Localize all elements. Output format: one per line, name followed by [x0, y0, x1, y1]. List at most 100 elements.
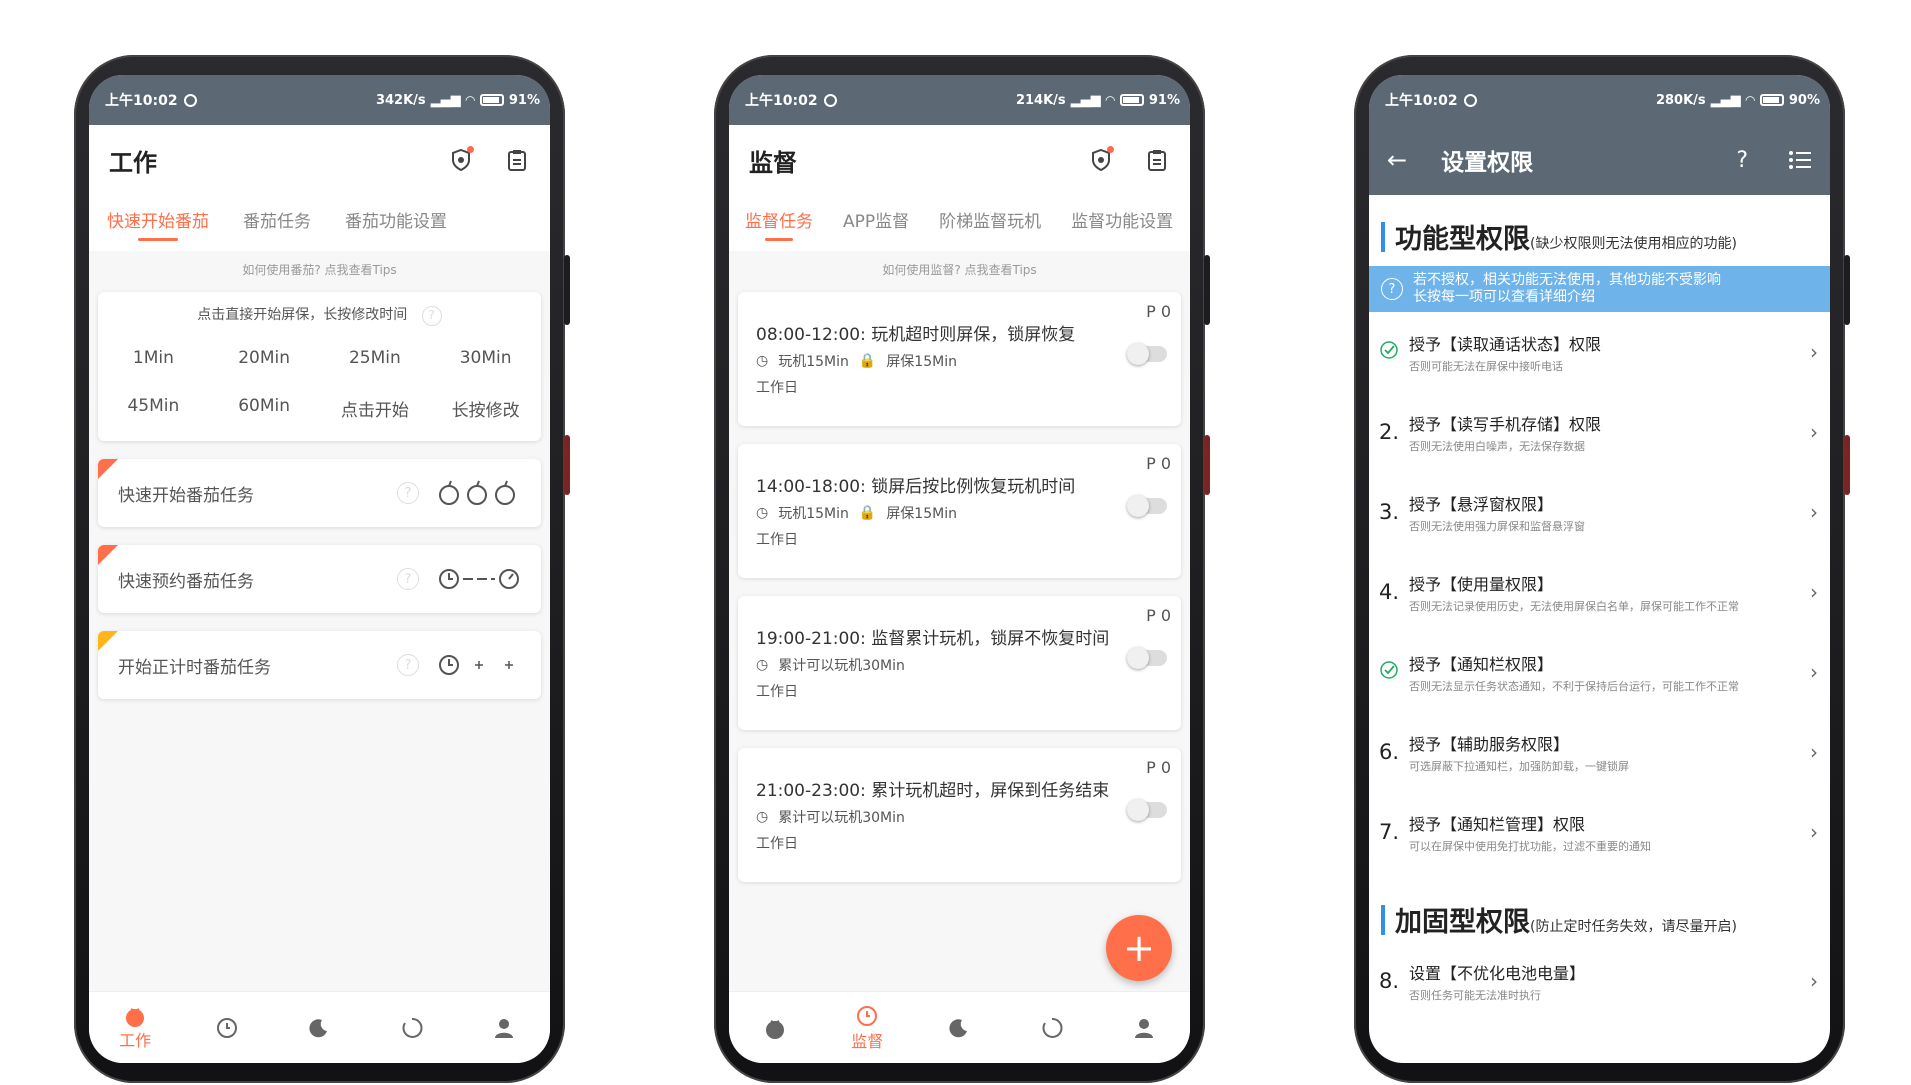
perm-usage[interactable]: 4. 授予【使用量权限】 否则无法记录使用历史，无法使用屏保白名单，屏保可能工作不… — [1369, 552, 1830, 632]
perm-desc: 否则可能无法在屏保中接听电话 — [1409, 359, 1563, 373]
nav-cycle[interactable] — [1022, 1016, 1082, 1040]
tab-bar: 快速开始番茄 番茄任务 番茄功能设置 — [89, 195, 550, 251]
enable-toggle[interactable] — [1127, 799, 1167, 821]
screen-supervise: 上午10:02 214K/s ▂▄▆ ◠ 91% 监督 监督任务 APP监督 阶梯监督… — [729, 75, 1190, 1063]
tab-bar: 监督任务 APP监督 阶梯监督玩机 监督功能设置 — [729, 195, 1190, 251]
moon-icon — [309, 1018, 328, 1037]
nav-work[interactable]: 工作 — [105, 1005, 165, 1051]
nav-supervise-label: 监督 — [851, 1031, 884, 1051]
duration-1min[interactable]: 1Min — [98, 348, 209, 368]
signal-icon: ▂▄▆ — [1070, 92, 1101, 108]
duration-30min[interactable]: 30Min — [430, 348, 541, 368]
section-accent-bar — [1381, 221, 1385, 252]
nav-profile[interactable] — [1114, 1016, 1174, 1040]
perm-notification[interactable]: 授予【通知栏权限】 否则无法显示任务状态通知，不利于保持后台运行，可能工作不正常 … — [1369, 632, 1830, 712]
help-button[interactable]: ? — [1736, 148, 1748, 173]
status-time: 上午10:02 — [1385, 93, 1458, 109]
clipboard-icon[interactable] — [504, 147, 530, 173]
enable-toggle[interactable] — [1127, 343, 1167, 365]
enable-toggle[interactable] — [1127, 495, 1167, 517]
tomatoes-icon — [437, 480, 521, 506]
chevron-right-icon: › — [1810, 340, 1818, 364]
perm-name: 授予【通知栏管理】权限 — [1409, 814, 1586, 834]
perm-notification-policy[interactable]: 7. 授予【通知栏管理】权限 可以在屏保中使用免打扰功能，过滤不重要的通知 › — [1369, 792, 1830, 872]
section-functional: 功能型权限 (缺少权限则无法使用相应的功能) — [1369, 195, 1830, 266]
bottom-nav: 工作 — [89, 991, 550, 1063]
clock-icon — [857, 1005, 878, 1026]
perm-overlay[interactable]: 3. 授予【悬浮窗权限】 否则无法使用强力屏保和监督悬浮窗 › — [1369, 472, 1830, 552]
notification-ring-icon — [183, 93, 197, 107]
network-speed: 280K/s — [1655, 92, 1706, 108]
supervise-card[interactable]: P 0 08:00-12:00: 玩机超时则屏保，锁屏恢复 ◷ 玩机15Min 🔒 屏… — [738, 292, 1181, 426]
help-icon[interactable]: ? — [421, 306, 442, 326]
app-bar: 工作 — [89, 125, 550, 195]
task-count-up[interactable]: 开始正计时番茄任务 ? — [98, 631, 541, 699]
bottom-nav: 监督 — [729, 991, 1190, 1063]
chevron-right-icon: › — [1810, 740, 1818, 764]
enable-toggle[interactable] — [1127, 647, 1167, 669]
tomato-icon — [126, 1007, 145, 1027]
help-icon[interactable]: ? — [397, 568, 419, 590]
tap-to-start[interactable]: 点击开始 — [320, 396, 431, 421]
supervise-card[interactable]: P 0 19:00-21:00: 监督累计玩机，锁屏不恢复时间 ◷ 累计可以玩机3… — [738, 596, 1181, 730]
day-type: 工作日 — [756, 380, 798, 396]
clock-range-icon — [437, 566, 521, 592]
shield-icon[interactable] — [1088, 146, 1114, 173]
perm-battery-optimization[interactable]: 8. 设置【不优化电池电量】 否则任务可能无法准时执行 › — [1369, 949, 1830, 1013]
nav-cycle[interactable] — [382, 1016, 442, 1040]
battery-icon — [479, 94, 504, 106]
perm-call-state[interactable]: 授予【读取通话状态】权限 否则可能无法在屏保中接听电话 › — [1369, 312, 1830, 392]
priority-label: P 0 — [1146, 758, 1171, 777]
shield-icon[interactable] — [448, 146, 474, 173]
tab-tomato-tasks[interactable]: 番茄任务 — [243, 195, 311, 251]
add-task-button[interactable]: + — [1106, 915, 1172, 981]
tab-ladder-supervise[interactable]: 阶梯监督玩机 — [939, 195, 1041, 251]
tab-supervise-tasks[interactable]: 监督任务 — [745, 195, 813, 251]
tab-quick-start[interactable]: 快速开始番茄 — [107, 195, 209, 251]
tab-supervise-settings[interactable]: 监督功能设置 — [1071, 195, 1173, 251]
perm-name: 授予【悬浮窗权限】 — [1409, 494, 1554, 514]
perm-number: 8. — [1379, 969, 1400, 993]
nav-profile[interactable] — [474, 1016, 534, 1040]
help-icon[interactable]: ? — [397, 654, 419, 676]
duration-45min[interactable]: 45Min — [98, 396, 209, 421]
tab-app-supervise[interactable]: APP监督 — [843, 195, 909, 251]
nav-clock[interactable] — [197, 1016, 257, 1040]
list-menu-icon[interactable] — [1788, 148, 1812, 172]
supervise-card[interactable]: P 0 21:00-23:00: 累计玩机超时，屏保到任务结束 ◷ 累计可以玩机3… — [738, 748, 1181, 882]
network-speed: 342K/s — [375, 92, 426, 108]
phone-permissions: 上午10:02 280K/s ▂▄▆ ◠ 90% ← 设置权限 ? 功能型权限 (缺少… — [1354, 55, 1850, 1083]
duration-60min[interactable]: 60Min — [209, 396, 320, 421]
nav-work[interactable] — [745, 1017, 805, 1039]
corner-tag — [98, 459, 118, 479]
help-icon[interactable]: ? — [397, 482, 419, 504]
wifi-icon: ◠ — [465, 93, 475, 107]
nav-sleep[interactable] — [929, 1016, 989, 1040]
task-label: 开始正计时番茄任务 — [118, 657, 271, 678]
task-scheduled[interactable]: 快速预约番茄任务 ? — [98, 545, 541, 613]
duration-25min[interactable]: 25Min — [320, 348, 431, 368]
long-press-edit[interactable]: 长按修改 — [430, 396, 541, 421]
refresh-icon — [1042, 1017, 1063, 1038]
tips-link[interactable]: 如何使用监督? 点我查看Tips — [729, 251, 1190, 292]
supervise-card[interactable]: P 0 14:00-18:00: 锁屏后按比例恢复玩机时间 ◷ 玩机15Min 🔒 屏… — [738, 444, 1181, 578]
back-arrow-icon[interactable]: ← — [1387, 146, 1407, 174]
task-quick-start[interactable]: 快速开始番茄任务 ? — [98, 459, 541, 527]
nav-supervise[interactable]: 监督 — [837, 1004, 897, 1052]
status-bar: 上午10:02 214K/s ▂▄▆ ◠ 91% — [729, 75, 1190, 125]
quick-start-header: 点击直接开始屏保，长按修改时间 ? — [98, 292, 541, 334]
perm-name: 授予【使用量权限】 — [1409, 574, 1554, 594]
perm-storage[interactable]: 2. 授予【读写手机存储】权限 否则无法使用白噪声，无法保存数据 › — [1369, 392, 1830, 472]
tips-link[interactable]: 如何使用番茄? 点我查看Tips — [89, 251, 550, 292]
nav-sleep[interactable] — [289, 1016, 349, 1040]
chevron-right-icon: › — [1810, 580, 1818, 604]
screen-work: 上午10:02 342K/s ▂▄▆ ◠ 91% 工作 快速开始番茄 番茄任务 番茄功… — [89, 75, 550, 1063]
clipboard-icon[interactable] — [1144, 147, 1170, 173]
question-icon: ? — [1381, 278, 1403, 300]
tab-tomato-settings[interactable]: 番茄功能设置 — [345, 195, 447, 251]
chevron-right-icon: › — [1810, 660, 1818, 684]
task-label: 快速开始番茄任务 — [118, 485, 254, 506]
day-type: 工作日 — [756, 684, 798, 700]
perm-accessibility[interactable]: 6. 授予【辅助服务权限】 可选屏蔽下拉通知栏，加强防卸载，一键锁屏 › — [1369, 712, 1830, 792]
duration-20min[interactable]: 20Min — [209, 348, 320, 368]
